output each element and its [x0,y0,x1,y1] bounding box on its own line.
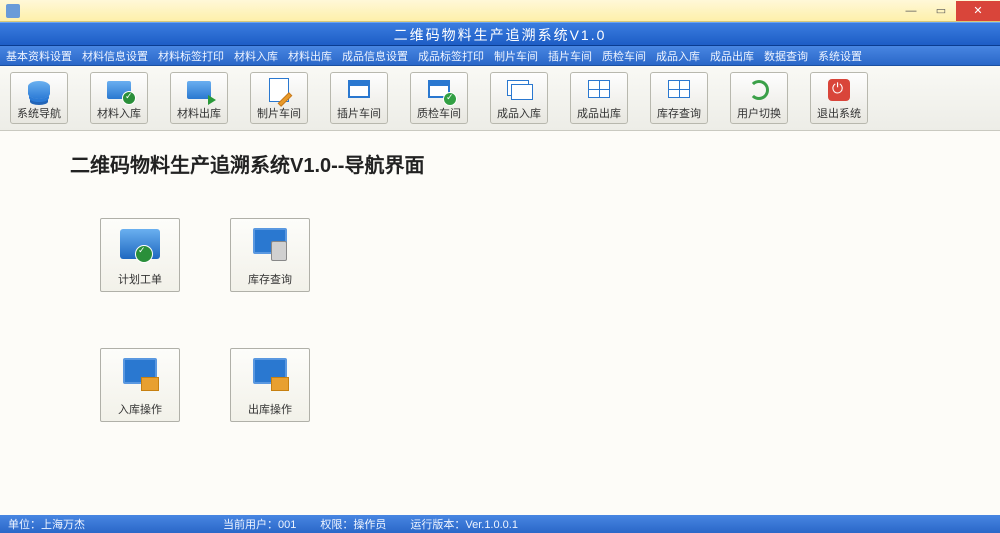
nav-card[interactable]: 出库操作 [230,348,310,422]
version-label: 运行版本： [410,519,465,531]
minimize-button[interactable]: — [896,1,926,21]
menu-item[interactable]: 插片车间 [548,48,592,64]
toolbar-button[interactable]: 用户切换 [730,72,788,124]
nav-card[interactable]: 计划工单 [100,218,180,292]
monitor-calc-icon [247,225,293,267]
nav-card-label: 计划工单 [118,271,162,287]
monitor-box-icon [117,355,163,397]
toolbar-button-label: 退出系统 [817,105,861,121]
stack-icon [504,77,534,103]
menu-item[interactable]: 材料标签打印 [158,48,224,64]
menu-item[interactable]: 材料信息设置 [82,48,148,64]
table-calc-icon [664,77,694,103]
menu-item[interactable]: 成品出库 [710,48,754,64]
nav-card[interactable]: 库存查询 [230,218,310,292]
role-value: 操作员 [353,519,386,531]
menu-item[interactable]: 系统设置 [818,48,862,64]
menubar: 基本资料设置材料信息设置材料标签打印材料入库材料出库成品信息设置成品标签打印制片… [0,46,1000,66]
menu-item[interactable]: 材料出库 [288,48,332,64]
app-icon [6,4,20,18]
power-icon [824,77,854,103]
page-title: 二维码物料生产追溯系统V1.0--导航界面 [70,149,930,178]
toolbar-button-label: 成品入库 [497,105,541,121]
nav-card[interactable]: 入库操作 [100,348,180,422]
app-banner: 二维码物料生产追溯系统V1.0 [0,22,1000,46]
doc-edit-icon [264,77,294,103]
banner-title: 二维码物料生产追溯系统V1.0 [394,27,607,43]
toolbar: 系统导航 材料入库 材料出库 制片车间 插片车间 质检车间 成品入库 成品出库 库存查询 用户切换… [0,66,1000,131]
toolbar-button[interactable]: 成品出库 [570,72,628,124]
content-area: 二维码物料生产追溯系统V1.0--导航界面 计划工单 库存查询入库操作 出库操作 [0,131,1000,515]
nav-card-label: 入库操作 [118,401,162,417]
window-controls: — ▭ ✕ [896,1,1000,21]
toolbar-button-label: 制片车间 [257,105,301,121]
toolbar-button-label: 用户切换 [737,105,781,121]
folder-out-icon [184,77,214,103]
role-label: 权限： [320,519,353,531]
menu-item[interactable]: 基本资料设置 [6,48,72,64]
toolbar-button[interactable]: 插片车间 [330,72,388,124]
user-label: 当前用户： [223,519,278,531]
menu-item[interactable]: 成品入库 [656,48,700,64]
maximize-button[interactable]: ▭ [926,1,956,21]
user-value: 001 [278,519,296,531]
nav-card-label: 库存查询 [248,271,292,287]
menu-item[interactable]: 制片车间 [494,48,538,64]
statusbar: 单位：上海万杰 当前用户：001 权限：操作员 运行版本：Ver.1.0.0.1 [0,515,1000,533]
menu-item[interactable]: 材料入库 [234,48,278,64]
toolbar-button-label: 材料入库 [97,105,141,121]
folder-check-big-icon [117,225,163,267]
unit-label: 单位： [8,519,41,531]
monitor-box-out-icon [247,355,293,397]
toolbar-button-label: 材料出库 [177,105,221,121]
folder-check-icon [104,77,134,103]
window-table-icon [584,77,614,103]
unit-value: 上海万杰 [41,519,85,531]
toolbar-button[interactable]: 库存查询 [650,72,708,124]
toolbar-button[interactable]: 制片车间 [250,72,308,124]
menu-item[interactable]: 成品信息设置 [342,48,408,64]
toolbar-button[interactable]: 系统导航 [10,72,68,124]
toolbar-button-label: 成品出库 [577,105,621,121]
refresh-icon [744,77,774,103]
toolbar-button[interactable]: 退出系统 [810,72,868,124]
toolbar-button-label: 库存查询 [657,105,701,121]
menu-item[interactable]: 成品标签打印 [418,48,484,64]
nav-card-label: 出库操作 [248,401,292,417]
toolbar-button[interactable]: 成品入库 [490,72,548,124]
close-button[interactable]: ✕ [956,1,1000,21]
menu-item[interactable]: 数据查询 [764,48,808,64]
toolbar-button[interactable]: 材料入库 [90,72,148,124]
window-check-icon [424,77,454,103]
toolbar-button-label: 质检车间 [417,105,461,121]
menu-item[interactable]: 质检车间 [602,48,646,64]
db-icon [24,77,54,103]
toolbar-button[interactable]: 质检车间 [410,72,468,124]
toolbar-button-label: 系统导航 [17,105,61,121]
toolbar-button-label: 插片车间 [337,105,381,121]
toolbar-button[interactable]: 材料出库 [170,72,228,124]
window-icon [344,77,374,103]
version-value: Ver.1.0.0.1 [465,519,518,531]
titlebar: — ▭ ✕ [0,0,1000,22]
